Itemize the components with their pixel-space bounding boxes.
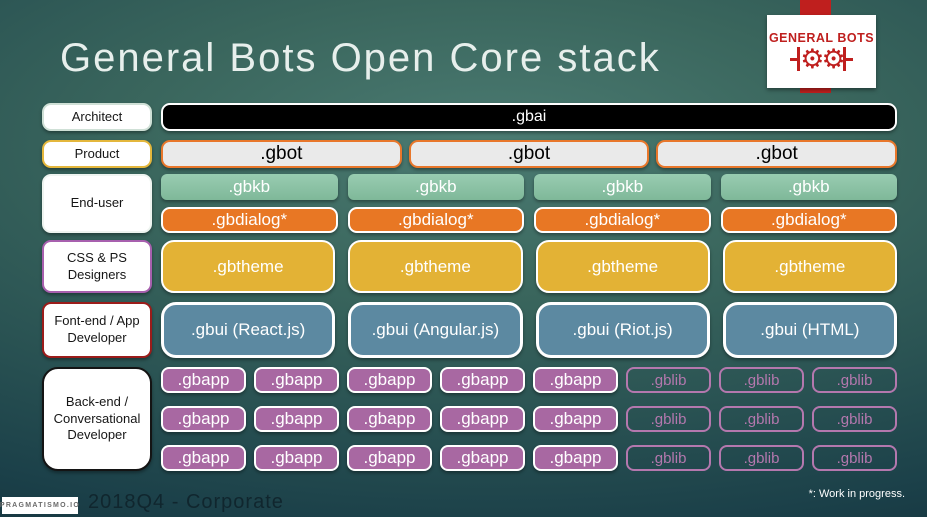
row-label-end-user: End-user: [42, 174, 152, 233]
band-designers: CSS & PS Designers .gbtheme .gbtheme .gb…: [42, 240, 897, 293]
row-label-designers: CSS & PS Designers: [42, 240, 152, 293]
gbkb-box: .gbkb: [347, 174, 524, 200]
gbapp-box: .gbapp: [533, 367, 618, 393]
gbkb-box: .gbkb: [720, 174, 897, 200]
slide-footer-label: 2018Q4 - Corporate: [88, 491, 284, 513]
band-backend: Back-end / Conversational Developer .gba…: [42, 367, 897, 471]
gbui-box: .gbui (Angular.js): [348, 302, 523, 358]
gbapp-box: .gbapp: [254, 445, 339, 471]
gbapp-box: .gbapp: [440, 367, 525, 393]
work-in-progress-footnote: *: Work in progress.: [808, 488, 905, 500]
gbapp-box: .gbapp: [347, 367, 432, 393]
gbai-box: .gbai: [161, 103, 897, 131]
gbapp-box: .gbapp: [533, 406, 618, 432]
gblib-box: .gblib: [626, 367, 711, 393]
logo-brand-text: GENERAL BOTS: [768, 30, 875, 45]
pragmatismo-logo-text: PRAGMATISMO.IO: [0, 502, 81, 509]
gbkb-box: .gbkb: [161, 174, 338, 200]
pragmatismo-logo: PRAGMATISMO.IO: [0, 497, 81, 514]
gbtheme-box: .gbtheme: [535, 240, 710, 293]
gbapp-box: .gbapp: [161, 406, 246, 432]
gbtheme-box: .gbtheme: [348, 240, 523, 293]
gbapp-box: .gbapp: [254, 406, 339, 432]
gbui-box: .gbui (React.js): [161, 302, 336, 358]
gbdialog-box: .gbdialog*: [534, 207, 711, 233]
gbot-box: .gbot: [656, 140, 898, 168]
gblib-box: .gblib: [626, 406, 711, 432]
gbot-box: .gbot: [161, 140, 402, 168]
gblib-box: .gblib: [719, 445, 804, 471]
gbui-box: .gbui (HTML): [722, 302, 897, 358]
gbtheme-box: .gbtheme: [722, 240, 897, 293]
gblib-box: .gblib: [812, 406, 897, 432]
gbui-box: .gbui (Riot.js): [535, 302, 710, 358]
gbot-box: .gbot: [408, 140, 650, 168]
gblib-box: .gblib: [719, 406, 804, 432]
gbapp-box: .gbapp: [533, 445, 618, 471]
page-title: General Bots Open Core stack: [60, 36, 661, 80]
gbdialog-box: .gbdialog*: [161, 207, 338, 233]
gears-icon: ⚙⚙: [790, 43, 853, 75]
gbkb-box: .gbkb: [534, 174, 711, 200]
gblib-box: .gblib: [812, 367, 897, 393]
row-label-backend: Back-end / Conversational Developer: [42, 367, 152, 471]
band-architect: Architect .gbai: [42, 103, 897, 131]
row-label-product: Product: [42, 140, 152, 168]
gbapp-box: .gbapp: [161, 367, 246, 393]
general-bots-logo: GENERAL BOTS ⚙⚙: [767, 15, 876, 88]
gblib-box: .gblib: [812, 445, 897, 471]
gbapp-box: .gbapp: [440, 406, 525, 432]
gbdialog-box: .gbdialog*: [720, 207, 897, 233]
gear-icon: ⚙⚙: [800, 43, 845, 75]
gbapp-box: .gbapp: [254, 367, 339, 393]
band-frontend: Font-end / App Developer .gbui (React.js…: [42, 302, 897, 358]
stack-diagram: Architect .gbai Product .gbot .gbot .gbo…: [42, 103, 898, 471]
gbapp-box: .gbapp: [347, 406, 432, 432]
row-label-architect: Architect: [42, 103, 152, 131]
gbtheme-box: .gbtheme: [161, 240, 336, 293]
gbapp-box: .gbapp: [161, 445, 246, 471]
gblib-box: .gblib: [626, 445, 711, 471]
slide: General Bots Open Core stack GENERAL BOT…: [0, 0, 927, 517]
gbapp-box: .gbapp: [440, 445, 525, 471]
gbapp-box: .gbapp: [347, 445, 432, 471]
gbdialog-box: .gbdialog*: [347, 207, 524, 233]
band-product: Product .gbot .gbot .gbot: [42, 140, 898, 168]
band-end-user: End-user .gbkb .gbkb .gbkb .gbkb .gbdial…: [42, 174, 897, 233]
gblib-box: .gblib: [719, 367, 804, 393]
row-label-frontend: Font-end / App Developer: [42, 302, 152, 358]
